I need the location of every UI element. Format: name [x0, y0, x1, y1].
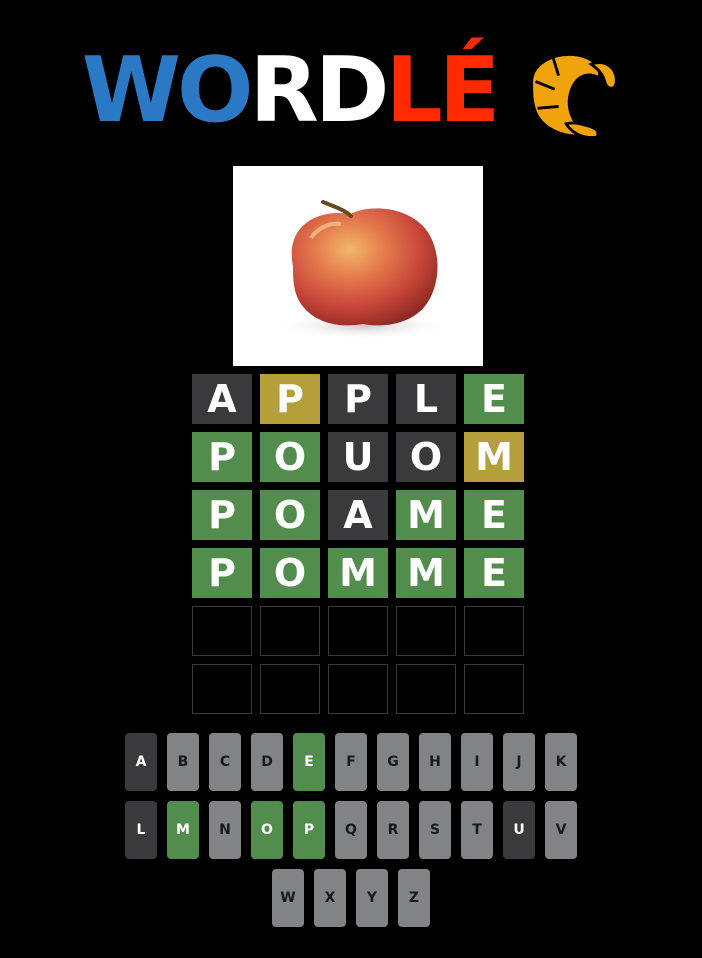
- key-l[interactable]: L: [125, 801, 157, 859]
- letter-tile: M: [328, 548, 388, 598]
- key-p[interactable]: P: [293, 801, 325, 859]
- key-h[interactable]: H: [419, 733, 451, 791]
- key-b[interactable]: B: [167, 733, 199, 791]
- letter-tile: [396, 606, 456, 656]
- letter-tile: O: [260, 548, 320, 598]
- guess-row: P O U O M: [192, 432, 524, 482]
- letter-tile: [464, 606, 524, 656]
- key-d[interactable]: D: [251, 733, 283, 791]
- letter-tile: E: [464, 374, 524, 424]
- guess-row: A P P L E: [192, 374, 524, 424]
- key-s[interactable]: S: [419, 801, 451, 859]
- letter-tile: L: [396, 374, 456, 424]
- letter-tile: E: [464, 490, 524, 540]
- guess-row: [192, 606, 524, 656]
- key-v[interactable]: V: [545, 801, 577, 859]
- letter-tile: [260, 606, 320, 656]
- key-i[interactable]: I: [461, 733, 493, 791]
- keyboard-row: L M N O P Q R S T U V: [0, 801, 702, 859]
- game-title: WO RD LÉ: [81, 38, 501, 143]
- guess-board: A P P L E P O U O M P O A M E P O M M E: [192, 374, 524, 722]
- key-g[interactable]: G: [377, 733, 409, 791]
- letter-tile: M: [396, 490, 456, 540]
- key-j[interactable]: J: [503, 733, 535, 791]
- letter-tile: [260, 664, 320, 714]
- letter-tile: U: [328, 432, 388, 482]
- key-a[interactable]: A: [125, 733, 157, 791]
- key-w[interactable]: W: [272, 869, 304, 927]
- letter-tile: O: [260, 490, 320, 540]
- letter-tile: M: [396, 548, 456, 598]
- key-y[interactable]: Y: [356, 869, 388, 927]
- letter-tile: P: [328, 374, 388, 424]
- title-part: WO: [81, 38, 254, 143]
- key-o[interactable]: O: [251, 801, 283, 859]
- letter-tile: A: [328, 490, 388, 540]
- on-screen-keyboard: A B C D E F G H I J K L M N O P Q R S T …: [0, 733, 702, 937]
- guess-row: P O M M E: [192, 548, 524, 598]
- key-n[interactable]: N: [209, 801, 241, 859]
- title-part: LÉ: [385, 38, 500, 143]
- apple-picture: [273, 200, 453, 340]
- key-m[interactable]: M: [167, 801, 199, 859]
- key-t[interactable]: T: [461, 801, 493, 859]
- letter-tile: P: [192, 548, 252, 598]
- croissant-icon: [530, 53, 618, 139]
- title-part: RD: [249, 38, 389, 143]
- key-f[interactable]: F: [335, 733, 367, 791]
- letter-tile: M: [464, 432, 524, 482]
- letter-tile: P: [192, 432, 252, 482]
- guess-row: [192, 664, 524, 714]
- letter-tile: [192, 664, 252, 714]
- guess-row: P O A M E: [192, 490, 524, 540]
- letter-tile: E: [464, 548, 524, 598]
- letter-tile: O: [260, 432, 320, 482]
- letter-tile: A: [192, 374, 252, 424]
- letter-tile: [396, 664, 456, 714]
- letter-tile: [192, 606, 252, 656]
- key-q[interactable]: Q: [335, 801, 367, 859]
- header: WO RD LÉ: [0, 36, 702, 146]
- key-c[interactable]: C: [209, 733, 241, 791]
- key-r[interactable]: R: [377, 801, 409, 859]
- clue-picture: [233, 166, 483, 366]
- letter-tile: P: [260, 374, 320, 424]
- letter-tile: [328, 606, 388, 656]
- keyboard-row: W X Y Z: [0, 869, 702, 927]
- key-e[interactable]: E: [293, 733, 325, 791]
- letter-tile: O: [396, 432, 456, 482]
- key-x[interactable]: X: [314, 869, 346, 927]
- keyboard-row: A B C D E F G H I J K: [0, 733, 702, 791]
- key-z[interactable]: Z: [398, 869, 430, 927]
- key-u[interactable]: U: [503, 801, 535, 859]
- key-k[interactable]: K: [545, 733, 577, 791]
- letter-tile: P: [192, 490, 252, 540]
- letter-tile: [464, 664, 524, 714]
- letter-tile: [328, 664, 388, 714]
